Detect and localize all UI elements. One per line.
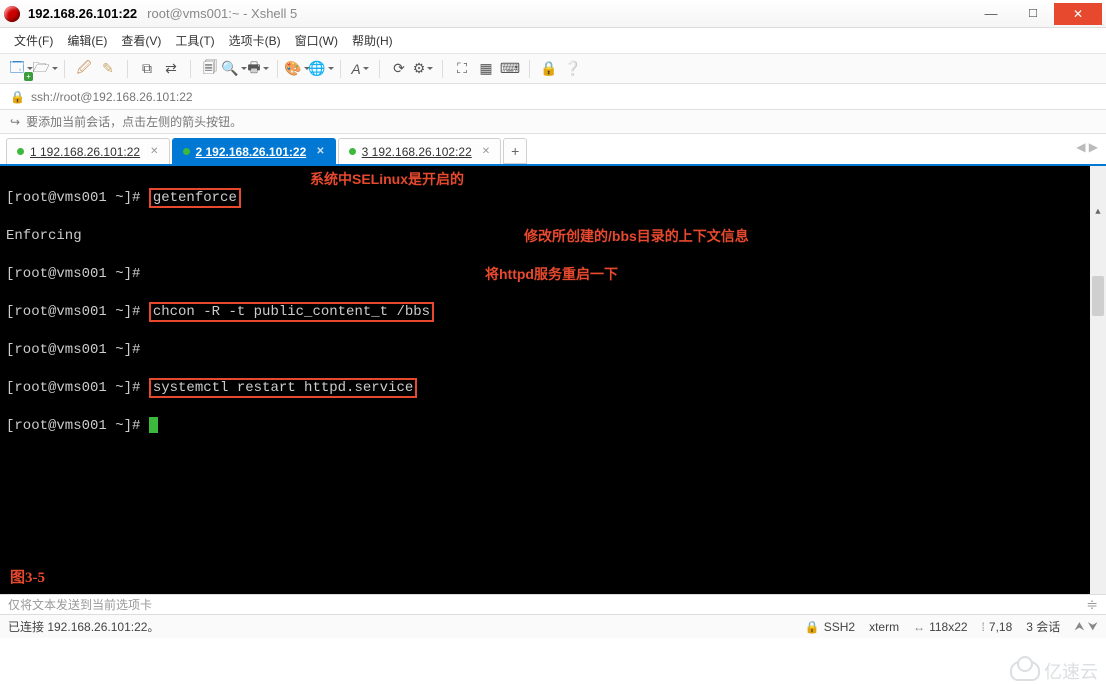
separator xyxy=(340,60,341,78)
keyboard-button[interactable]: ⌨ xyxy=(499,58,521,80)
figure-label: 图3-5 xyxy=(10,569,45,588)
tab-3-label: 3 192.168.26.102:22 xyxy=(362,145,472,159)
cmd-chcon: chcon -R -t public_content_t /bbs xyxy=(149,302,434,322)
window-minimize-button[interactable] xyxy=(970,3,1012,25)
lock-icon: 🔒 xyxy=(805,620,820,634)
tab-1-label: 1 192.168.26.101:22 xyxy=(30,145,140,159)
status-dot-icon xyxy=(183,148,190,155)
cmd-getenforce: getenforce xyxy=(149,188,241,208)
font-button[interactable]: A xyxy=(349,58,371,80)
new-session-button[interactable]: 🗔+ xyxy=(10,58,32,80)
open-button[interactable]: 🗁 xyxy=(34,58,56,80)
prompt: [root@vms001 ~]# xyxy=(6,380,149,396)
window-maximize-button[interactable] xyxy=(1012,3,1054,25)
cascade-button[interactable]: ▦ xyxy=(475,58,497,80)
separator xyxy=(190,60,191,78)
color-scheme-button[interactable]: 🎨 xyxy=(286,58,308,80)
titlebar: 192.168.26.101:22 root@vms001:~ - Xshell… xyxy=(0,0,1106,28)
hint-arrow-icon[interactable]: ↪ xyxy=(10,115,20,129)
status-bar: 已连接 192.168.26.101:22。 🔒SSH2 xterm ↔118x… xyxy=(0,614,1106,638)
prompt: [root@vms001 ~]# xyxy=(6,341,1100,360)
cmd-systemctl: systemctl restart httpd.service xyxy=(149,378,417,398)
status-nav[interactable]: ⮝ ⮟ xyxy=(1074,619,1098,634)
tab-3-close-icon[interactable]: ✕ xyxy=(482,146,490,157)
tab-3[interactable]: 3 192.168.26.102:22 ✕ xyxy=(338,138,502,164)
prompt: [root@vms001 ~]# xyxy=(6,418,149,434)
menu-help[interactable]: 帮助(H) xyxy=(352,32,393,49)
terminal-scrollbar[interactable]: ▲ xyxy=(1090,166,1106,594)
status-dot-icon xyxy=(17,148,24,155)
scroll-up-icon[interactable]: ▲ xyxy=(1090,204,1106,220)
refresh-button[interactable]: ⟳ xyxy=(388,58,410,80)
send-placeholder: 仅将文本发送到当前选项卡 xyxy=(8,596,152,613)
menu-view[interactable]: 查看(V) xyxy=(121,32,161,49)
terminal[interactable]: [root@vms001 ~]# getenforce Enforcing [r… xyxy=(0,166,1106,594)
app-icon xyxy=(4,6,20,22)
hint-text: 要添加当前会话，点击左侧的箭头按钮。 xyxy=(26,113,242,130)
prompt: [root@vms001 ~]# xyxy=(6,304,149,320)
status-term: xterm xyxy=(869,620,899,634)
lock-button[interactable]: 🔒 xyxy=(538,58,560,80)
address-url[interactable]: ssh://root@192.168.26.101:22 xyxy=(31,90,193,104)
print-button[interactable]: 🖶 xyxy=(247,58,269,80)
menubar: 文件(F) 编辑(E) 查看(V) 工具(T) 选项卡(B) 窗口(W) 帮助(… xyxy=(0,28,1106,54)
tab-1[interactable]: 1 192.168.26.101:22 ✕ xyxy=(6,138,170,164)
separator xyxy=(442,60,443,78)
cloud-icon xyxy=(1010,661,1040,681)
menu-window[interactable]: 窗口(W) xyxy=(295,32,338,49)
separator xyxy=(277,60,278,78)
separator xyxy=(127,60,128,78)
hint-bar: ↪ 要添加当前会话，点击左侧的箭头按钮。 xyxy=(0,110,1106,134)
menu-tabs[interactable]: 选项卡(B) xyxy=(229,32,281,49)
tab-1-close-icon[interactable]: ✕ xyxy=(150,146,158,157)
watermark: 亿速云 xyxy=(1010,658,1098,684)
status-proto: 🔒SSH2 xyxy=(805,620,855,634)
separator xyxy=(379,60,380,78)
tab-add-button[interactable]: + xyxy=(503,138,527,164)
send-hide-icon[interactable]: ≑ xyxy=(1086,596,1098,613)
send-bar[interactable]: 仅将文本发送到当前选项卡 ≑ xyxy=(0,594,1106,614)
scroll-thumb[interactable] xyxy=(1092,276,1104,316)
separator xyxy=(64,60,65,78)
properties-button[interactable]: ⧉ xyxy=(136,58,158,80)
title-sub: root@vms001:~ - Xshell 5 xyxy=(147,6,297,21)
status-sessions: 3 会话 xyxy=(1026,618,1060,635)
tab-strip: 1 192.168.26.101:22 ✕ 2 192.168.26.101:2… xyxy=(0,134,1106,166)
separator xyxy=(529,60,530,78)
toolbar: 🗔+ 🗁 🖉 ✎ ⧉ ⇄ 🗐 🔍 🖶 🎨 🌐 A ⟳ ⚙ ⛶ ▦ ⌨ 🔒 ❔ xyxy=(0,54,1106,84)
title-host: 192.168.26.101:22 xyxy=(28,6,137,21)
window-close-button[interactable] xyxy=(1054,3,1102,25)
find-button[interactable]: 🔍 xyxy=(223,58,245,80)
annotation-selinux: 系统中SELinux是开启的 xyxy=(310,170,464,189)
status-dot-icon xyxy=(349,148,356,155)
lock-icon: 🔒 xyxy=(10,90,25,104)
tab-2[interactable]: 2 192.168.26.101:22 ✕ xyxy=(172,138,336,164)
script-button[interactable]: ⚙ xyxy=(412,58,434,80)
reconnect-button[interactable]: 🖉 xyxy=(73,58,95,80)
pos-icon: ⁞ xyxy=(982,620,985,634)
help-button[interactable]: ❔ xyxy=(562,58,584,80)
tab-2-close-icon[interactable]: ✕ xyxy=(316,146,324,157)
address-bar: 🔒 ssh://root@192.168.26.101:22 xyxy=(0,84,1106,110)
copy-button[interactable]: 🗐 xyxy=(199,58,221,80)
annotation-restart: 将httpd服务重启一下 xyxy=(485,265,618,284)
menu-tools[interactable]: 工具(T) xyxy=(175,32,214,49)
prompt: [root@vms001 ~]# xyxy=(6,190,149,206)
menu-edit[interactable]: 编辑(E) xyxy=(67,32,107,49)
status-size: ↔118x22 xyxy=(913,620,967,634)
status-connection: 已连接 192.168.26.101:22。 xyxy=(8,618,159,635)
status-pos: ⁞7,18 xyxy=(982,620,1013,634)
annotation-chcon: 修改所创建的/bbs目录的上下文信息 xyxy=(524,227,749,246)
transfer-button[interactable]: ⇄ xyxy=(160,58,182,80)
tab-nav-arrows[interactable]: ◀ ▶ xyxy=(1076,140,1098,154)
menu-file[interactable]: 文件(F) xyxy=(14,32,53,49)
size-icon: ↔ xyxy=(913,620,925,634)
cursor xyxy=(149,417,158,433)
fullscreen-button[interactable]: ⛶ xyxy=(451,58,473,80)
tab-2-label: 2 192.168.26.101:22 xyxy=(196,145,307,159)
watermark-text: 亿速云 xyxy=(1044,658,1098,684)
disconnect-button[interactable]: ✎ xyxy=(97,58,119,80)
encoding-button[interactable]: 🌐 xyxy=(310,58,332,80)
